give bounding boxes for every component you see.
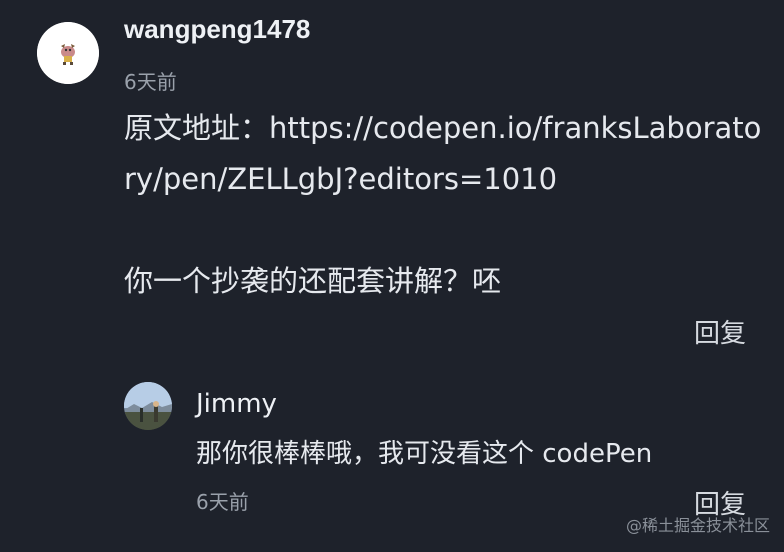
watermark: @稀土掘金技术社区 <box>625 516 770 535</box>
landscape-avatar <box>124 382 172 430</box>
reply-username[interactable]: Jimmy <box>196 389 277 419</box>
comment-content-line-1: 原文地址：https://codepen.io/franksLaboratory… <box>124 111 762 196</box>
reply-content: 那你很棒棒哦，我可没看这个 codePen <box>196 439 653 469</box>
reply-time: 6天前 <box>196 490 249 514</box>
comment-content-line-2: 你一个抄袭的还配套讲解？呸 <box>124 264 502 298</box>
reply-avatar[interactable] <box>124 382 172 430</box>
avatar[interactable] <box>37 22 99 84</box>
comment-time: 6天前 <box>124 70 177 94</box>
comment-content: 原文地址：https://codepen.io/franksLaboratory… <box>124 103 764 307</box>
cartoon-avatar-icon <box>37 22 99 84</box>
reply-button[interactable]: 回复 <box>694 313 746 350</box>
comment-username[interactable]: wangpeng1478 <box>124 14 310 45</box>
